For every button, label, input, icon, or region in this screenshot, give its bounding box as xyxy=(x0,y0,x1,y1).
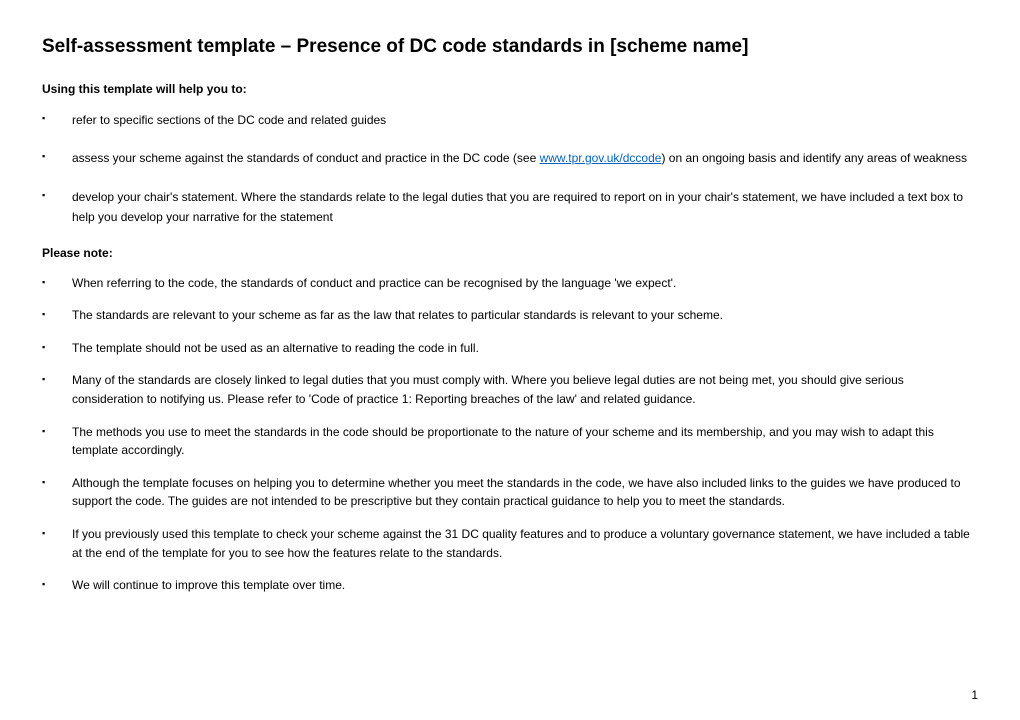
page-title: Self-assessment template – Presence of D… xyxy=(42,36,978,58)
list-item: Many of the standards are closely linked… xyxy=(42,371,978,408)
list-item: develop your chair's statement. Where th… xyxy=(42,187,978,228)
section1-label: Using this template will help you to: xyxy=(42,82,978,96)
section2-label: Please note: xyxy=(42,246,978,260)
list-item: The template should not be used as an al… xyxy=(42,339,978,358)
list-item: The methods you use to meet the standard… xyxy=(42,423,978,460)
list-item: assess your scheme against the standards… xyxy=(42,148,978,168)
list-item: The standards are relevant to your schem… xyxy=(42,306,978,325)
dccode-link[interactable]: www.tpr.gov.uk/dccode xyxy=(540,151,662,165)
list-item: Although the template focuses on helping… xyxy=(42,474,978,511)
section1-list: refer to specific sections of the DC cod… xyxy=(42,110,978,228)
text-fragment: ) on an ongoing basis and identify any a… xyxy=(661,151,967,165)
list-item: We will continue to improve this templat… xyxy=(42,576,978,595)
list-item: When referring to the code, the standard… xyxy=(42,274,978,293)
list-item: refer to specific sections of the DC cod… xyxy=(42,110,978,130)
text-fragment: assess your scheme against the standards… xyxy=(72,151,540,165)
section2-list: When referring to the code, the standard… xyxy=(42,274,978,595)
page-number: 1 xyxy=(971,688,978,702)
list-item: If you previously used this template to … xyxy=(42,525,978,562)
